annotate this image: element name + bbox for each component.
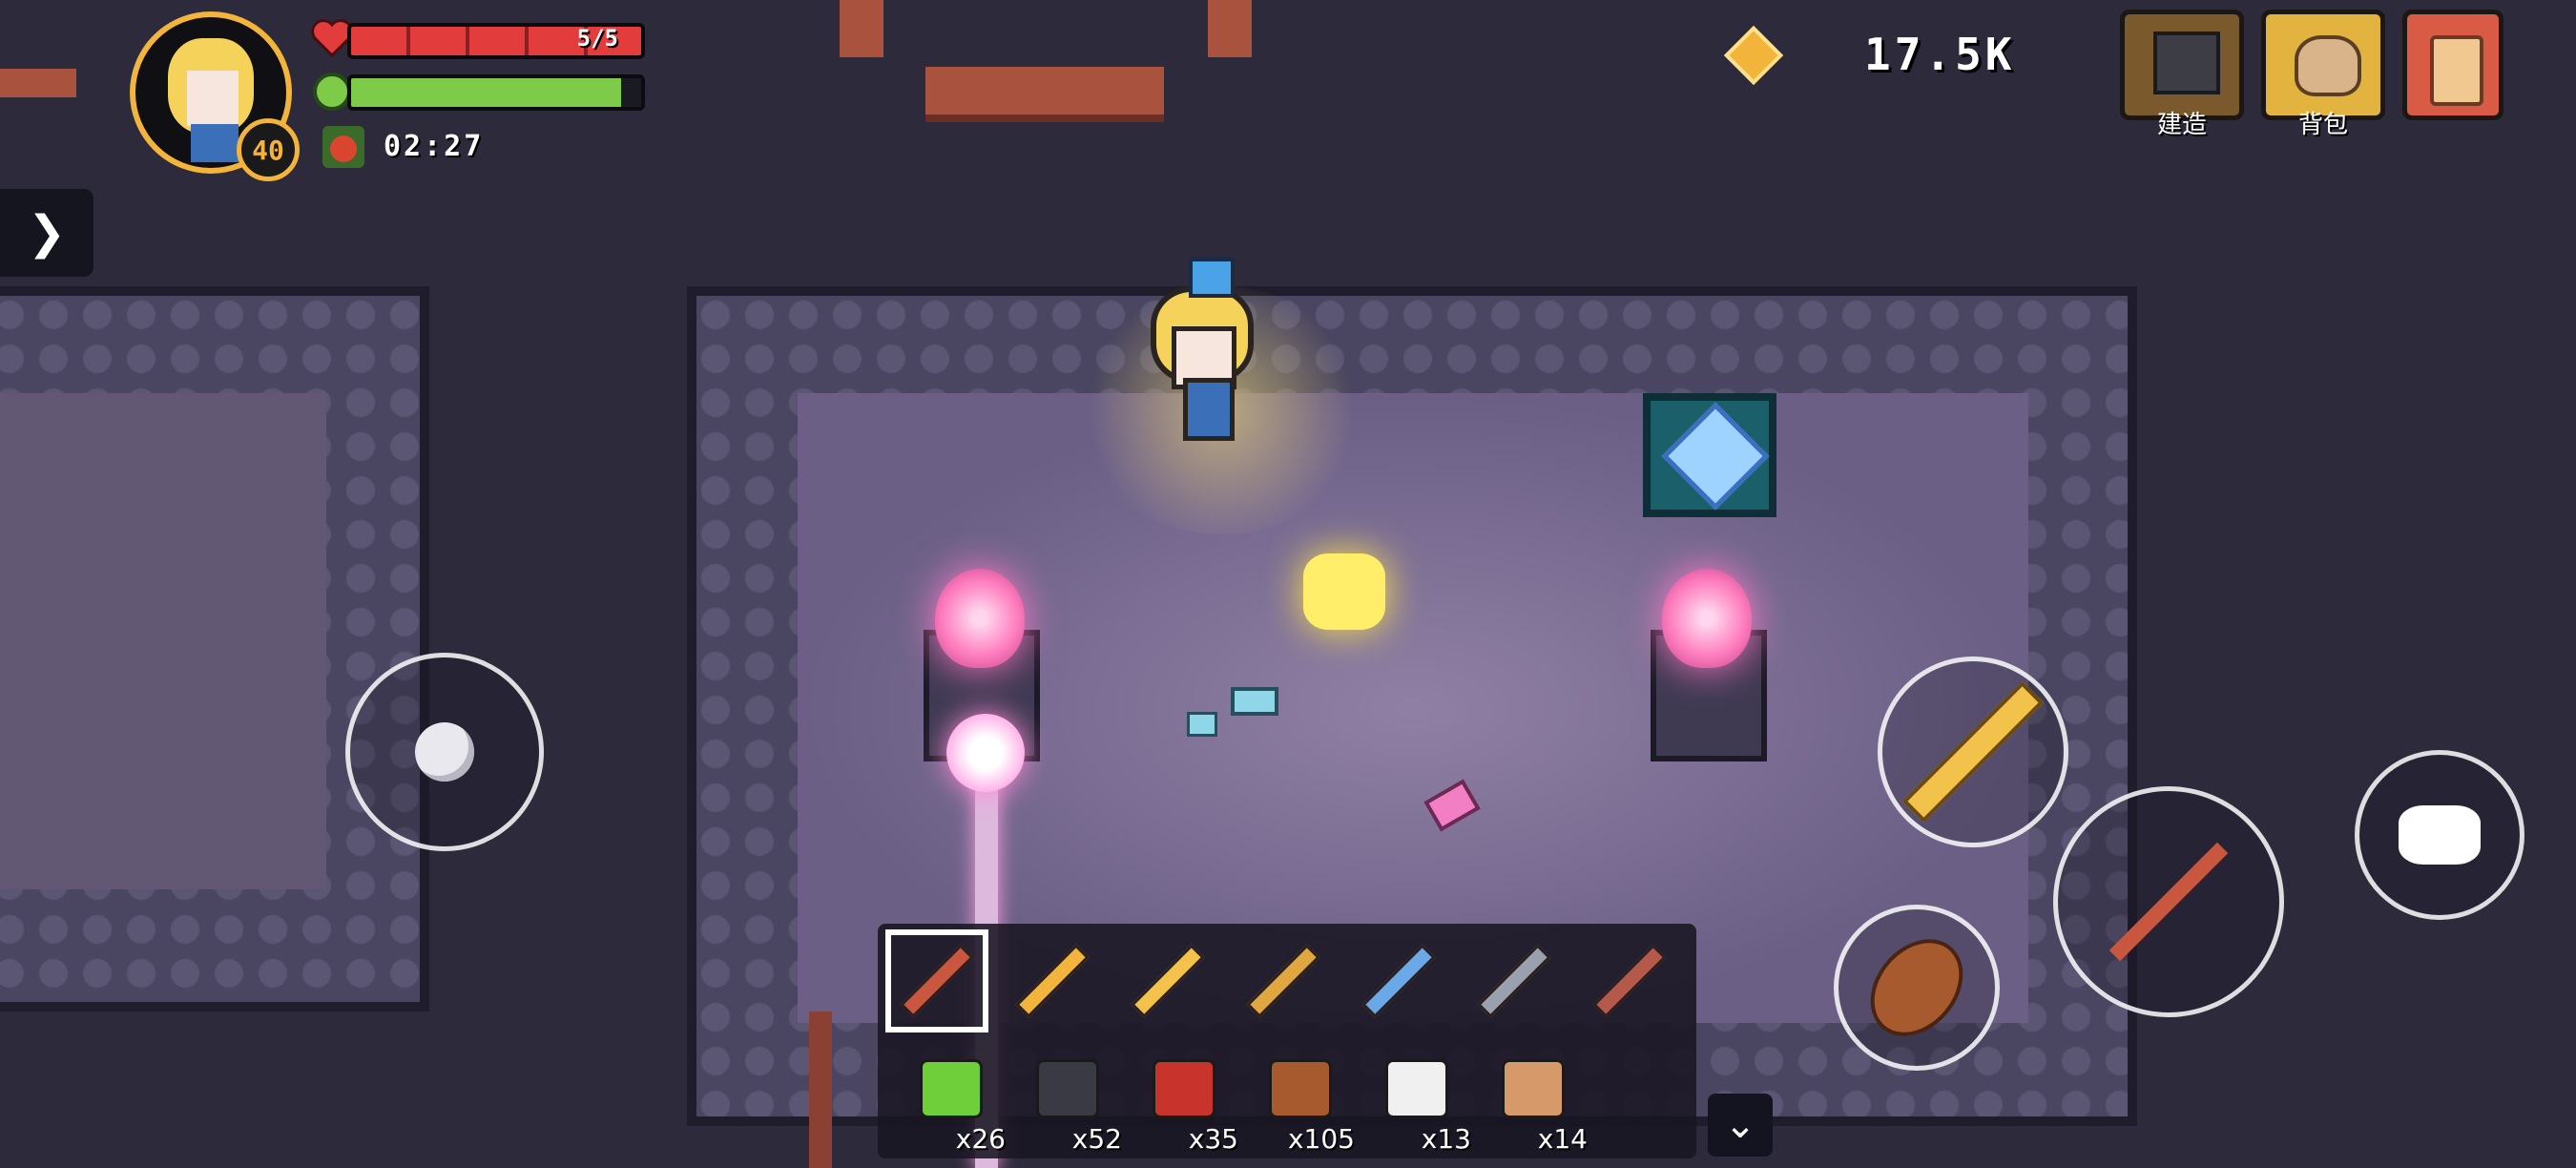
gem-currency-amount: 17.5K [1864, 29, 2016, 80]
player-level-badge: 40 [237, 118, 300, 181]
spear-icon [1246, 944, 1320, 1018]
wooden-fence [925, 67, 1164, 122]
fairy-companion [1303, 553, 1385, 630]
berries-icon [1153, 1059, 1215, 1118]
tool-use-button[interactable] [2053, 786, 2284, 1017]
fruit-timer-icon [322, 126, 364, 168]
hotbar-item-slot[interactable]: x105 [1248, 1052, 1355, 1157]
wooden-doorframe [809, 1012, 832, 1168]
item-quantity: x35 [1188, 1123, 1238, 1155]
player-character [1116, 258, 1269, 448]
health-bar: 5/5 [347, 23, 645, 59]
pickaxe-icon [900, 944, 974, 1018]
hotbar-tool-slot[interactable] [885, 929, 988, 1032]
quest-scroll-button[interactable] [2402, 10, 2503, 120]
player-level: 40 [252, 134, 284, 166]
golden-sword-icon [1131, 944, 1205, 1018]
dodge-roll-button[interactable] [2355, 750, 2524, 920]
hotbar-tool-slot[interactable] [1232, 929, 1335, 1032]
hotbar-tool-slot[interactable] [1578, 929, 1681, 1032]
chevron-down-icon: ⌄ [1724, 1103, 1756, 1147]
wooden-post [1208, 0, 1252, 57]
pickaxe-icon [2109, 842, 2229, 962]
item-quantity: x14 [1537, 1123, 1588, 1155]
build-icon [2153, 31, 2220, 94]
movement-joystick[interactable] [345, 653, 544, 851]
item-quantity: x105 [1287, 1123, 1355, 1155]
pink-flame [1662, 569, 1752, 668]
item-quantity: x13 [1421, 1123, 1471, 1155]
blue-crystal-drop [1187, 712, 1217, 737]
scroll-icon [2430, 35, 2483, 106]
eat-food-button[interactable] [1834, 905, 2000, 1071]
item-quantity: x26 [955, 1123, 1006, 1155]
jar-icon [1036, 1059, 1099, 1118]
fishing-rod-icon [1592, 944, 1667, 1018]
grass-block-icon [920, 1059, 983, 1118]
hotbar-item-slot[interactable]: x14 [1481, 1052, 1588, 1157]
backpack-label: 背包 [2297, 111, 2348, 139]
hotbar-item-slot[interactable]: x52 [1015, 1052, 1122, 1157]
health-text: 5/5 [576, 25, 618, 52]
pink-flame [935, 569, 1025, 668]
hotbar-tool-slot[interactable] [1463, 929, 1566, 1032]
ice-wand-icon [1361, 944, 1436, 1018]
golden-sword-icon [1901, 680, 2045, 824]
energy-bar-fill [351, 78, 621, 107]
hotbar-item-slot[interactable]: x13 [1364, 1052, 1471, 1157]
expand-inventory-button[interactable]: ⌄ [1708, 1094, 1773, 1157]
hotbar-item-slot[interactable]: x35 [1132, 1052, 1238, 1157]
item-quantity: x52 [1071, 1123, 1122, 1155]
wooden-post [840, 0, 883, 57]
build-label: 建造 [2156, 111, 2207, 139]
crystal-chest [1643, 393, 1776, 517]
hammer-icon [1477, 944, 1551, 1018]
roll-icon [2399, 805, 2481, 865]
beam-orb [946, 714, 1025, 792]
event-timer: 02:27 [384, 130, 485, 163]
weapon-attack-button[interactable] [1878, 657, 2068, 847]
hotbar-tool-slot[interactable] [1347, 929, 1450, 1032]
build-button[interactable]: 建造 [2120, 10, 2244, 139]
hotbar-item-slot[interactable]: x26 [899, 1052, 1006, 1157]
hotbar-tool-slot[interactable] [1116, 929, 1219, 1032]
blue-crystal-drop [1231, 687, 1278, 716]
side-panel-toggle[interactable]: ❯ [0, 189, 93, 277]
joystick-knob[interactable] [415, 722, 474, 782]
cooked-fish-icon [1269, 1059, 1332, 1118]
energy-icon [313, 73, 351, 111]
shovel-icon [1015, 944, 1090, 1018]
backpack-icon [2295, 35, 2361, 96]
hotbar: x26 x52 x35 x105 x13 x14 [878, 924, 1696, 1158]
wooden-fence [0, 69, 76, 97]
chevron-right-icon: ❯ [27, 206, 67, 260]
sushi-icon [1385, 1059, 1448, 1118]
energy-bar [347, 74, 645, 111]
hotbar-tool-slot[interactable] [1001, 929, 1104, 1032]
dungeon-floor [0, 393, 326, 889]
backpack-button[interactable]: 背包 [2261, 10, 2385, 139]
cooked-fish-icon [1851, 921, 1983, 1054]
bread-icon [1502, 1059, 1565, 1118]
